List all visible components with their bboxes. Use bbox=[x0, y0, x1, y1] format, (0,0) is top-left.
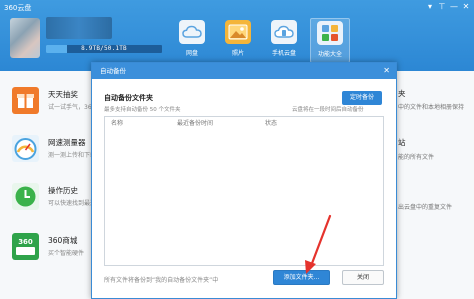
skin-menu-icon[interactable]: ▾ bbox=[426, 2, 434, 11]
table-header: 名称 最近备份时间 状态 bbox=[105, 117, 383, 131]
feature-name: 网速测量器 bbox=[48, 138, 86, 147]
right-feature-title-1: 夹 bbox=[398, 89, 406, 98]
window-controls: ▾ ⊤ — ✕ bbox=[426, 2, 470, 11]
nav-label: 手机云盘 bbox=[271, 50, 296, 57]
column-header-name[interactable]: 名称 bbox=[105, 117, 165, 131]
minimize-icon[interactable]: — bbox=[450, 2, 458, 11]
feature-name: 360商城 bbox=[48, 236, 78, 245]
feature-lottery[interactable]: 天天抽奖 试一试手气，360云盘大 bbox=[12, 87, 113, 127]
username-blurred bbox=[46, 17, 112, 39]
app-header: 360云盘 ▾ ⊤ — ✕ 8.9TB/50.1TB 网盘 照片 手机云盘 功能… bbox=[0, 0, 474, 71]
auto-backup-dialog: 自动备份 ✕ 自动备份文件夹 最多支持自动备份 50 个文件夹 定时备份 云盘将… bbox=[91, 62, 397, 299]
scheduled-backup-button[interactable]: 定时备份 bbox=[342, 91, 382, 105]
nav-item-cloud-drive[interactable]: 网盘 bbox=[172, 18, 212, 63]
cloud-drive-icon bbox=[179, 20, 205, 44]
feature-desc: 买个智能硬件 bbox=[48, 250, 85, 257]
history-icon bbox=[12, 183, 39, 210]
feature-mall[interactable]: 360 360商城 买个智能硬件 bbox=[12, 233, 92, 273]
dialog-title: 自动备份 bbox=[100, 67, 126, 75]
photos-icon bbox=[225, 20, 251, 44]
feature-name: 天天抽奖 bbox=[48, 90, 78, 99]
close-icon[interactable]: ✕ bbox=[462, 2, 470, 11]
feature-history[interactable]: 操作历史 可以快速找到最近 bbox=[12, 183, 96, 223]
nav-item-photos[interactable]: 照片 bbox=[218, 18, 258, 63]
lottery-icon bbox=[12, 87, 39, 114]
close-button[interactable]: 关闭 bbox=[342, 270, 384, 285]
feature-name: 操作历史 bbox=[48, 186, 78, 195]
dialog-titlebar: 自动备份 ✕ bbox=[92, 63, 396, 79]
backup-destination-note: 所有文件将备份到“我的自动备份文件夹”中 bbox=[104, 277, 219, 284]
settings-icon[interactable]: ⊤ bbox=[438, 2, 446, 11]
mobile-cloud-icon bbox=[271, 20, 297, 44]
feature-desc: 可以快速找到最近 bbox=[48, 200, 97, 207]
nav-label: 功能大全 bbox=[317, 51, 342, 58]
storage-quota-bar: 8.9TB/50.1TB bbox=[46, 45, 162, 53]
right-feature-desc-1: 中的文件和本地相册保持 bbox=[398, 104, 465, 111]
nav-item-features[interactable]: 功能大全 bbox=[310, 18, 350, 63]
right-feature-desc-2: 能的所有文件 bbox=[398, 154, 435, 161]
add-folder-button[interactable]: 添加文件夹... bbox=[273, 270, 330, 285]
nav-item-mobile-cloud[interactable]: 手机云盘 bbox=[264, 18, 304, 63]
right-feature-title-2: 站 bbox=[398, 138, 406, 147]
column-header-last-backup[interactable]: 最近备份时间 bbox=[165, 117, 245, 131]
feature-speed-meter[interactable]: 网速测量器 测一测上传和下载速度 bbox=[12, 135, 108, 175]
dialog-hint: 云盘将在一段时间后自动备份 bbox=[292, 107, 364, 113]
features-icon bbox=[317, 21, 343, 45]
storage-quota-text: 8.9TB/50.1TB bbox=[81, 45, 127, 52]
dialog-close-icon[interactable]: ✕ bbox=[383, 63, 390, 79]
column-header-status[interactable]: 状态 bbox=[245, 117, 305, 131]
nav-label: 网盘 bbox=[185, 50, 198, 57]
dialog-heading: 自动备份文件夹 bbox=[104, 94, 153, 102]
nav-label: 照片 bbox=[231, 50, 244, 57]
speed-meter-icon bbox=[12, 135, 39, 162]
backup-folder-table[interactable]: 名称 最近备份时间 状态 bbox=[104, 116, 384, 266]
main-nav: 网盘 照片 手机云盘 功能大全 bbox=[172, 18, 350, 63]
app-title: 360云盘 bbox=[4, 4, 32, 12]
right-feature-desc-3: 出云盘中的重复文件 bbox=[398, 204, 453, 211]
dialog-subtitle: 最多支持自动备份 50 个文件夹 bbox=[104, 107, 181, 113]
avatar[interactable] bbox=[10, 18, 40, 58]
mall-icon: 360 bbox=[12, 233, 39, 260]
svg-text:360: 360 bbox=[18, 238, 33, 246]
